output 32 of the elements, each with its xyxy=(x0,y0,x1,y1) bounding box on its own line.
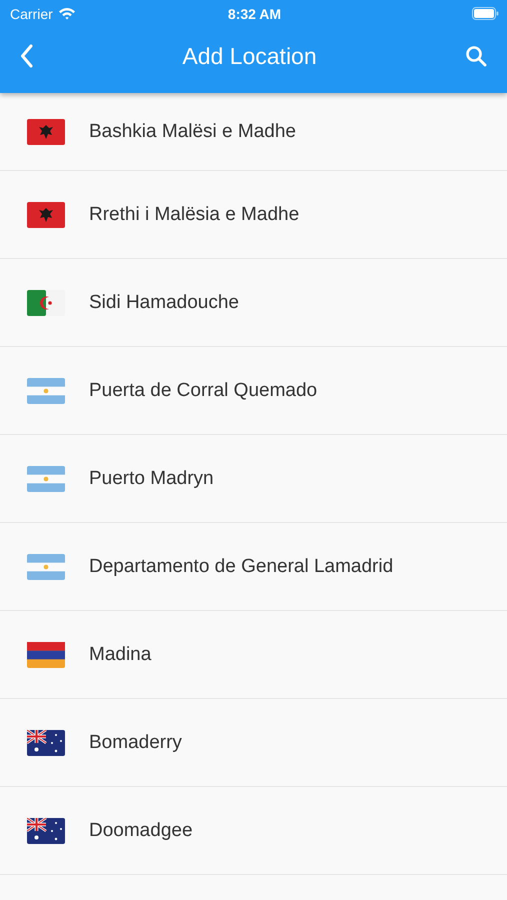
location-name: Sidi Hamadouche xyxy=(89,292,239,314)
location-name: Puerta de Corral Quemado xyxy=(89,380,318,402)
clock-time: 8:32 AM xyxy=(228,6,282,22)
location-item[interactable]: Madina xyxy=(0,611,507,699)
location-item[interactable]: Sidi Hamadouche xyxy=(0,259,507,347)
location-item[interactable]: Puerto Madryn xyxy=(0,435,507,523)
location-item[interactable]: Bomaderry xyxy=(0,699,507,787)
battery-icon xyxy=(472,7,499,20)
location-item[interactable]: Doomadgee xyxy=(0,787,507,875)
flag-icon xyxy=(27,818,65,844)
carrier-name: Carrier xyxy=(10,6,53,22)
location-name: Puerto Madryn xyxy=(89,468,214,490)
flag-icon xyxy=(27,378,65,404)
wifi-icon xyxy=(58,7,76,20)
location-item[interactable]: Puerta de Corral Quemado xyxy=(0,347,507,435)
location-name: Doomadgee xyxy=(89,820,193,842)
location-name: Departamento de General Lamadrid xyxy=(89,556,394,578)
screen-title: Add Location xyxy=(182,42,317,70)
flag-icon xyxy=(27,642,65,668)
search-button[interactable] xyxy=(463,43,489,69)
flag-icon xyxy=(27,466,65,492)
location-name: Bomaderry xyxy=(89,732,182,754)
location-name: Madina xyxy=(89,644,152,666)
flag-icon xyxy=(27,554,65,580)
location-name: Rrethi i Malësia e Madhe xyxy=(89,204,300,226)
flag-icon xyxy=(27,730,65,756)
location-item[interactable]: Departamento de General Lamadrid xyxy=(0,523,507,611)
flag-icon xyxy=(27,202,65,228)
location-item[interactable]: Rrethi i Malësia e Madhe xyxy=(0,171,507,259)
location-name: Bashkia Malësi e Madhe xyxy=(89,120,296,142)
location-item[interactable]: Bashkia Malësi e Madhe xyxy=(0,93,507,171)
flag-icon xyxy=(27,118,65,144)
